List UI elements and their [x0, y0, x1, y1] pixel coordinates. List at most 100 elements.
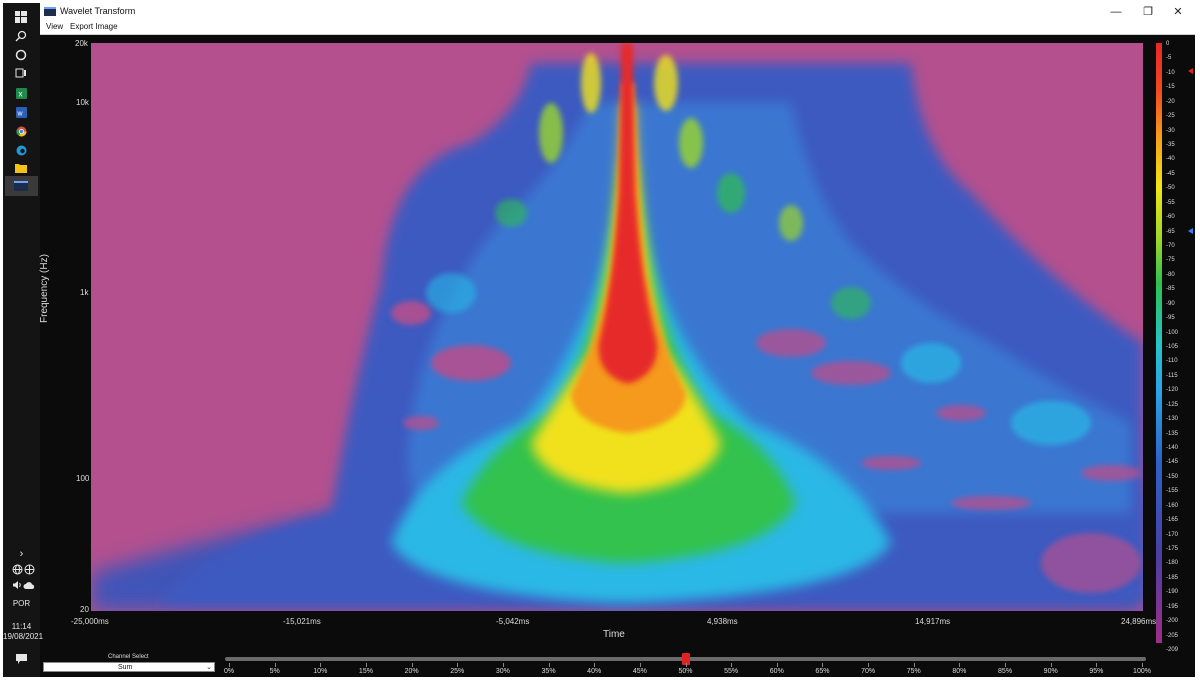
- scale-label: 65%: [815, 668, 830, 675]
- edge-icon[interactable]: [12, 142, 30, 158]
- colorbar-tick-label: -190: [1166, 589, 1179, 596]
- restore-button[interactable]: ❐: [1133, 4, 1163, 20]
- x-tick-4: 4,938ms: [707, 617, 738, 626]
- scale-tick: [776, 663, 778, 667]
- colorbar-tick-label: -155: [1166, 488, 1179, 495]
- colorbar-tick-label: -170: [1166, 531, 1179, 538]
- scale-tick: [229, 663, 230, 667]
- scale-label: 5%: [269, 668, 280, 675]
- y-tick-1k: 1k: [80, 288, 89, 297]
- scale-tick: [594, 663, 596, 667]
- app-wavelet-icon[interactable]: [12, 178, 30, 194]
- svg-text:w: w: [16, 110, 23, 117]
- input-language[interactable]: POR: [3, 599, 40, 608]
- colorbar-tick-label: -95: [1166, 315, 1175, 322]
- scalogram-svg: [91, 43, 1143, 611]
- scale-tick: [639, 663, 641, 667]
- clock-time[interactable]: 11:14: [3, 622, 40, 631]
- colorbar-tick-label: -115: [1166, 372, 1178, 379]
- pink-hole: [936, 405, 986, 421]
- scale-tick: [1005, 663, 1007, 667]
- colorbar-tick-label: -120: [1166, 387, 1179, 394]
- colorbar-tick-label: -40: [1166, 156, 1175, 163]
- pink-hole: [431, 345, 511, 381]
- chrome-icon[interactable]: [12, 123, 30, 139]
- scale-tick: [913, 663, 915, 667]
- pink-hole: [403, 416, 439, 430]
- scale-tick: [868, 663, 870, 667]
- app-logo-icon: [44, 7, 56, 16]
- colorbar-tick-label: -185: [1166, 574, 1179, 581]
- colorbar-tick-label: -150: [1166, 473, 1179, 480]
- colorbar-tick-label: -65: [1166, 228, 1175, 235]
- window-titlebar: Wavelet Transform — ❐ ✕: [40, 3, 1195, 21]
- windows-icon[interactable]: [12, 9, 30, 25]
- hf-blob: [901, 343, 961, 383]
- scale-label: 30%: [495, 668, 510, 675]
- colorbar-tick-label: -165: [1166, 517, 1179, 524]
- tray-chevron-icon[interactable]: ›: [3, 548, 40, 560]
- scale-tick: [822, 663, 824, 667]
- scale-tick: [1096, 663, 1098, 667]
- colorbar-tick-label: -209: [1166, 647, 1179, 653]
- position-scale: 0% 5% 10% 15% 20% 25% 30% 35% 40% 45% 50% 55% 60% 65%…: [224, 663, 1151, 677]
- colorbar-tick-label: -125: [1166, 401, 1179, 408]
- pink-hole: [391, 301, 431, 325]
- colorbar-tick-label: -85: [1166, 286, 1175, 293]
- colorbar-tick-label: -105: [1166, 344, 1179, 350]
- pink-hole: [861, 456, 921, 470]
- scale-label: 20%: [404, 668, 419, 675]
- colorbar-tick-label: -135: [1166, 430, 1179, 437]
- notifications-icon[interactable]: [12, 651, 30, 667]
- x-tick-5: 14,917ms: [915, 617, 951, 626]
- hf-blob: [539, 103, 563, 163]
- cortana-icon[interactable]: [12, 47, 30, 63]
- scale-label: 55%: [724, 668, 739, 675]
- y-tick-100: 100: [76, 474, 90, 483]
- scale-tick: [502, 663, 504, 667]
- menu-view[interactable]: View: [46, 22, 63, 31]
- x-tick-2: -15,021ms: [283, 617, 321, 626]
- word-icon[interactable]: w: [12, 104, 30, 120]
- colorbar-tick-label: -30: [1166, 127, 1175, 134]
- colorbar-tick-label: -80: [1166, 271, 1175, 278]
- colorbar-tick-label: -180: [1166, 560, 1179, 567]
- channel-select-dropdown[interactable]: Sum ⌄: [43, 662, 215, 672]
- task-view-icon[interactable]: [12, 65, 30, 81]
- colorbar-tick-label: -25: [1166, 113, 1175, 120]
- wavelet-scalogram[interactable]: [91, 43, 1143, 611]
- scale-label: 35%: [541, 668, 556, 675]
- hf-blob: [779, 205, 803, 241]
- colorbar-tick-label: -75: [1166, 257, 1175, 264]
- scale-label: 25%: [450, 668, 465, 675]
- colorbar-tick-label: -110: [1166, 358, 1178, 365]
- colorbar-tick-label: -175: [1166, 546, 1179, 552]
- close-button[interactable]: ✕: [1163, 4, 1193, 20]
- colorbar: [1156, 43, 1162, 643]
- pink-hole: [1081, 465, 1141, 481]
- colorbar-upper-marker[interactable]: [1188, 68, 1193, 74]
- colorbar-lower-marker[interactable]: [1188, 228, 1193, 234]
- hf-blob: [426, 273, 476, 313]
- minimize-button[interactable]: —: [1101, 4, 1131, 20]
- globe-icon[interactable]: [20, 561, 38, 577]
- colorbar-tick-label: -20: [1166, 98, 1175, 105]
- colorbar-tick-label: -60: [1166, 214, 1175, 221]
- hf-blob: [679, 118, 703, 168]
- folder-icon[interactable]: [12, 160, 30, 176]
- y-tick-20: 20: [80, 605, 89, 614]
- menu-export-image[interactable]: Export Image: [70, 22, 118, 31]
- scale-tick: [411, 663, 413, 667]
- cloud-icon[interactable]: [20, 577, 38, 593]
- x-tick-3: -5,042ms: [496, 617, 530, 626]
- scale-tick: [1050, 663, 1052, 667]
- excel-icon[interactable]: x: [12, 85, 30, 101]
- colorbar-tick-label: -45: [1166, 170, 1175, 177]
- pink-hole: [1041, 533, 1141, 593]
- search-icon[interactable]: [12, 28, 30, 44]
- menu-bar: View Export Image: [40, 21, 1195, 35]
- scale-label: 70%: [861, 668, 876, 675]
- clock-date[interactable]: 19/08/2021: [3, 632, 43, 641]
- x-tick-6: 24,896ms: [1121, 617, 1157, 626]
- scale-label: 60%: [769, 668, 784, 675]
